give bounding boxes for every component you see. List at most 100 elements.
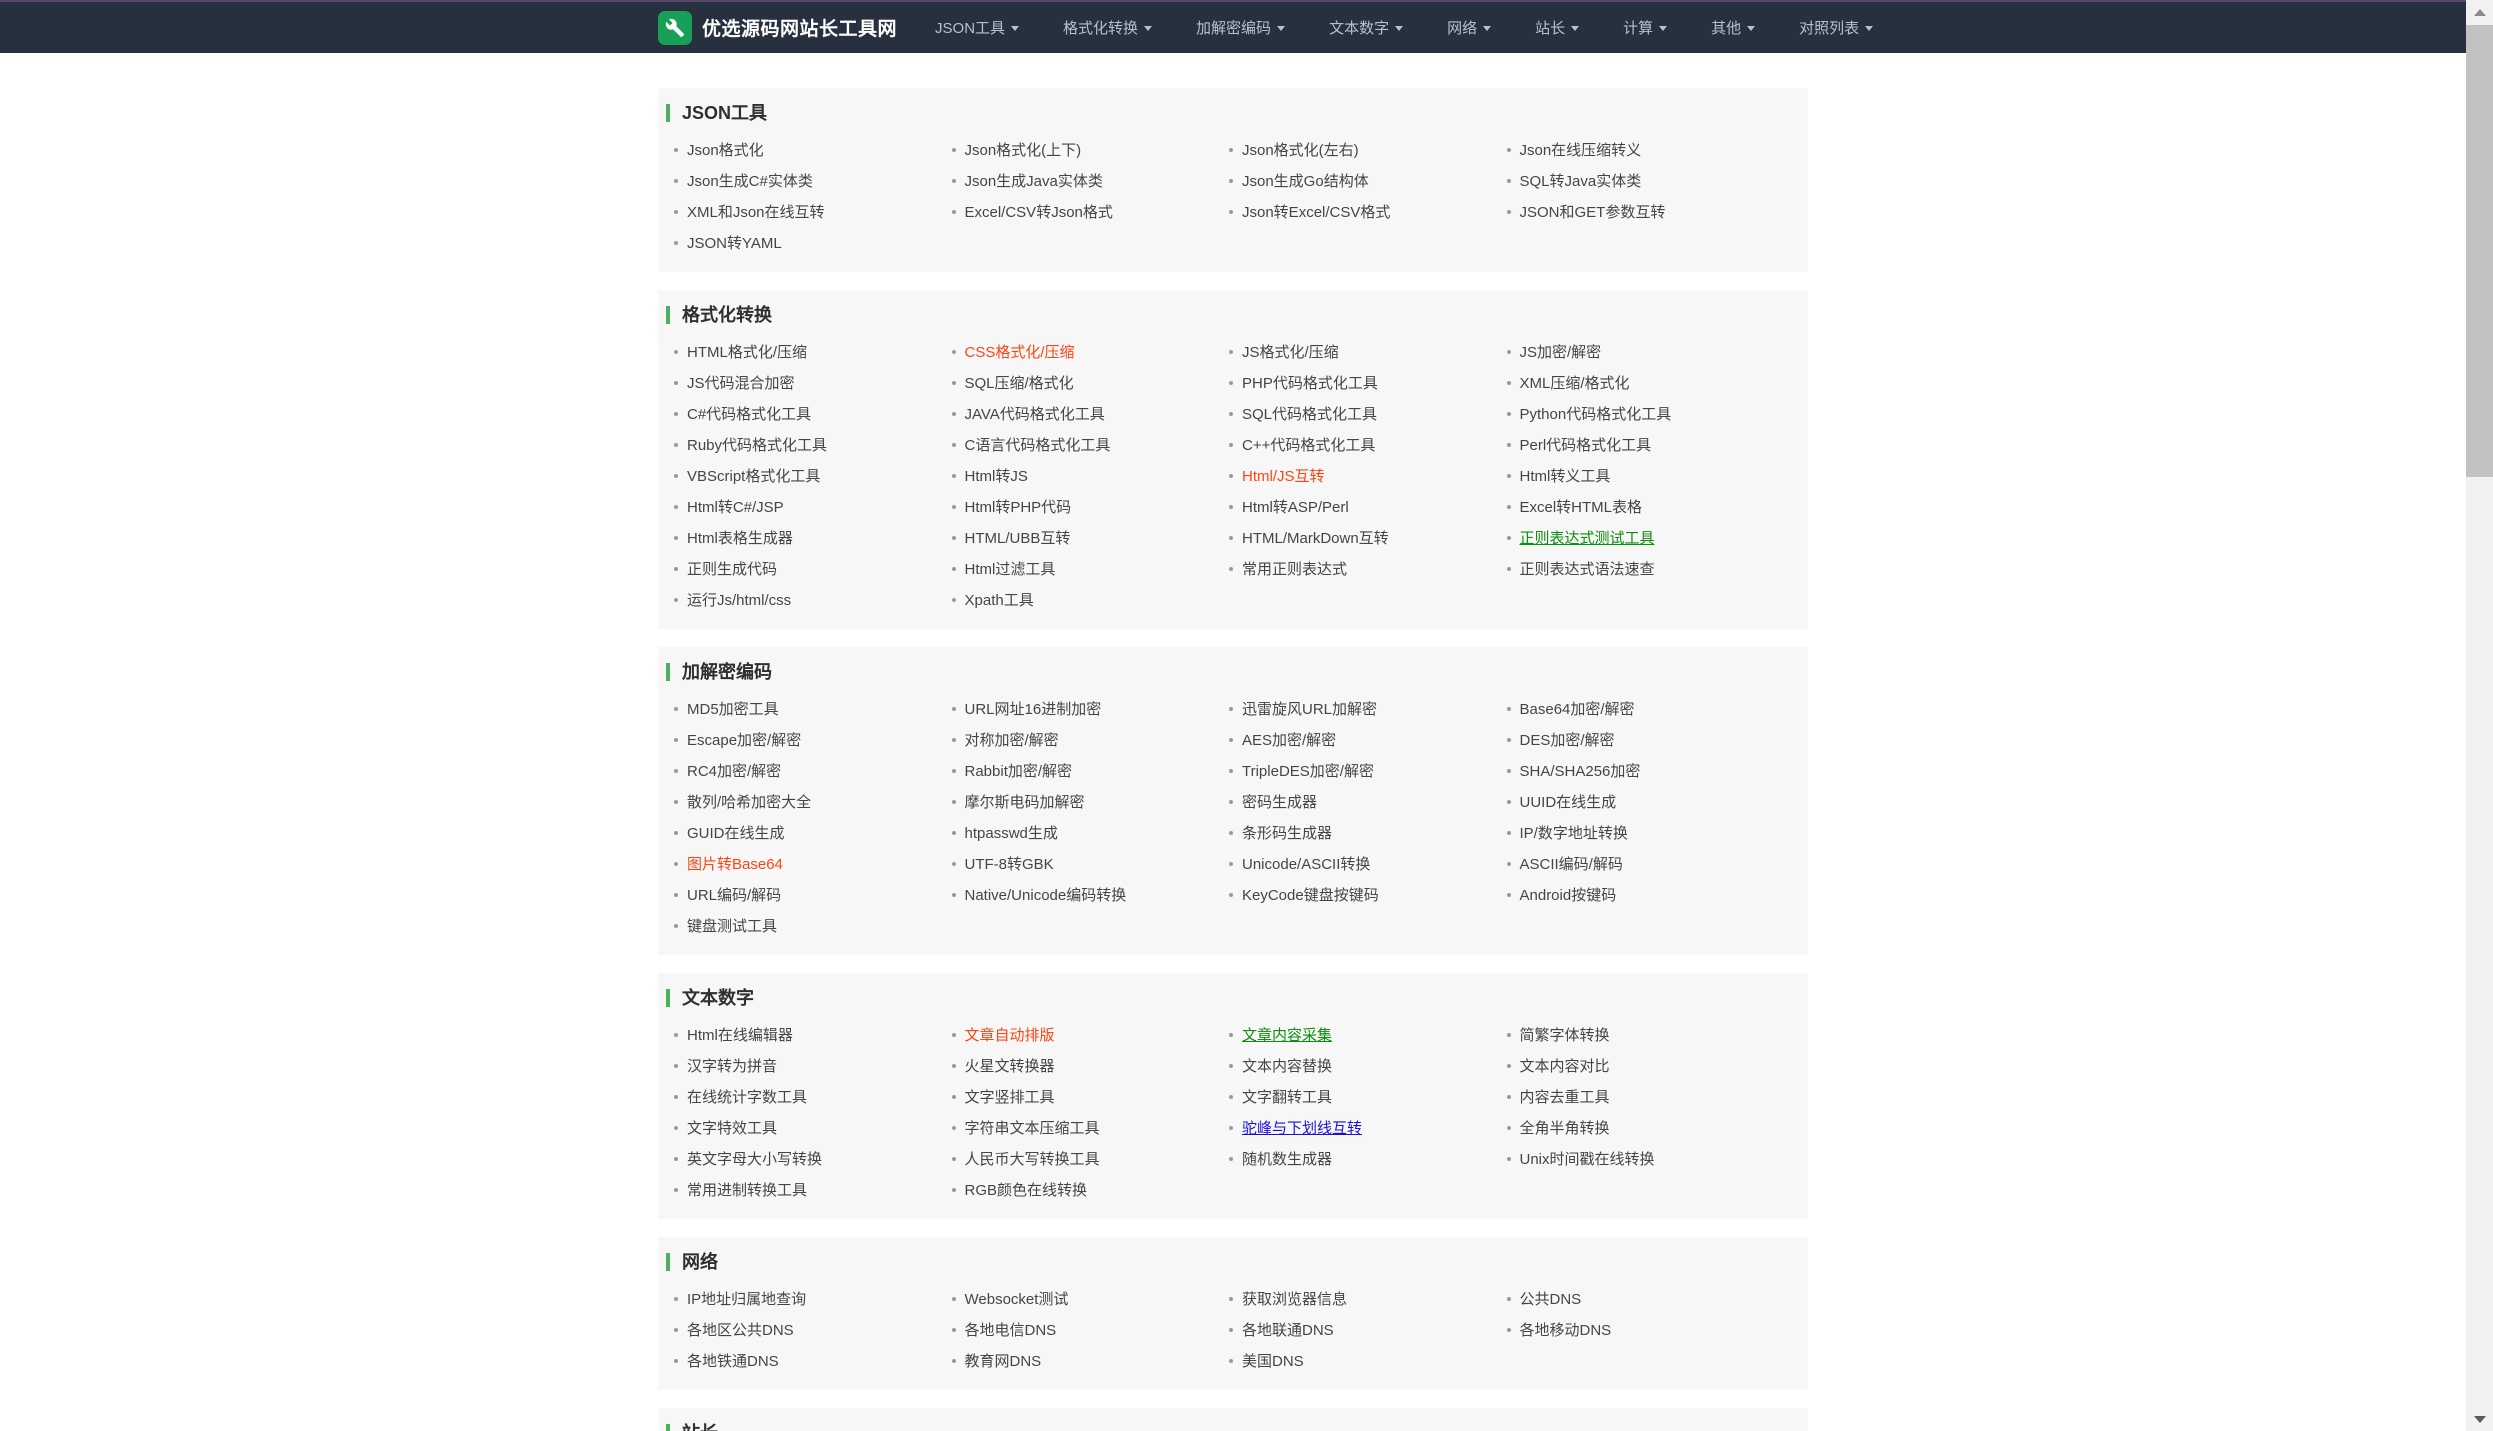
tool-link[interactable]: 获取浏览器信息 [1242,1288,1347,1309]
tool-link[interactable]: 正则表达式语法速查 [1520,558,1655,579]
tool-link[interactable]: 各地联通DNS [1242,1319,1334,1340]
nav-item-加解密编码[interactable]: 加解密编码 [1196,17,1285,38]
tool-link[interactable]: XML压缩/格式化 [1520,372,1630,393]
tool-link[interactable]: C语言代码格式化工具 [965,434,1111,455]
tool-link[interactable]: Base64加密/解密 [1520,698,1635,719]
nav-item-文本数字[interactable]: 文本数字 [1329,17,1403,38]
tool-link[interactable]: 内容去重工具 [1520,1086,1610,1107]
tool-link[interactable]: 教育网DNS [965,1350,1042,1371]
tool-link[interactable]: 正则表达式测试工具 [1520,527,1655,548]
tool-link[interactable]: RGB颜色在线转换 [965,1179,1088,1200]
tool-link[interactable]: Html转ASP/Perl [1242,496,1349,517]
tool-link[interactable]: 各地区公共DNS [687,1319,794,1340]
tool-link[interactable]: SHA/SHA256加密 [1520,760,1641,781]
tool-link[interactable]: HTML/UBB互转 [965,527,1071,548]
tool-link[interactable]: IP地址归属地查询 [687,1288,806,1309]
tool-link[interactable]: 各地铁通DNS [687,1350,779,1371]
tool-link[interactable]: VBScript格式化工具 [687,465,820,486]
tool-link[interactable]: 常用进制转换工具 [687,1179,807,1200]
tool-link[interactable]: Json格式化 [687,139,764,160]
tool-link[interactable]: MD5加密工具 [687,698,779,719]
tool-link[interactable]: URL编码/解码 [687,884,781,905]
tool-link[interactable]: 正则生成代码 [687,558,777,579]
tool-link[interactable]: TripleDES加密/解密 [1242,760,1374,781]
tool-link[interactable]: Html转义工具 [1520,465,1611,486]
tool-link[interactable]: JS格式化/压缩 [1242,341,1339,362]
tool-link[interactable]: 文本内容对比 [1520,1055,1610,1076]
tool-link[interactable]: 键盘测试工具 [687,915,777,936]
tool-link[interactable]: C#代码格式化工具 [687,403,811,424]
tool-link[interactable]: URL网址16进制加密 [965,698,1102,719]
tool-link[interactable]: 各地电信DNS [965,1319,1057,1340]
tool-link[interactable]: Html转PHP代码 [965,496,1072,517]
tool-link[interactable]: 简繁字体转换 [1520,1024,1610,1045]
tool-link[interactable]: 随机数生成器 [1242,1148,1332,1169]
site-logo[interactable] [658,11,692,45]
scrollbar-thumb[interactable] [2466,25,2493,477]
tool-link[interactable]: 图片转Base64 [687,853,783,874]
tool-link[interactable]: 字符串文本压缩工具 [965,1117,1100,1138]
tool-link[interactable]: Excel/CSV转Json格式 [965,201,1113,222]
tool-link[interactable]: Html表格生成器 [687,527,793,548]
tool-link[interactable]: Unix时间戳在线转换 [1520,1148,1655,1169]
tool-link[interactable]: Unicode/ASCII转换 [1242,853,1370,874]
tool-link[interactable]: 对称加密/解密 [965,729,1059,750]
tool-link[interactable]: RC4加密/解密 [687,760,781,781]
tool-link[interactable]: Json生成Java实体类 [965,170,1103,191]
tool-link[interactable]: 驼峰与下划线互转 [1242,1117,1362,1138]
tool-link[interactable]: SQL代码格式化工具 [1242,403,1377,424]
tool-link[interactable]: JS代码混合加密 [687,372,795,393]
tool-link[interactable]: Json在线压缩转义 [1520,139,1642,160]
tool-link[interactable]: Json生成Go结构体 [1242,170,1369,191]
tool-link[interactable]: C++代码格式化工具 [1242,434,1375,455]
nav-item-网络[interactable]: 网络 [1447,17,1491,38]
tool-link[interactable]: AES加密/解密 [1242,729,1336,750]
nav-item-格式化转换[interactable]: 格式化转换 [1063,17,1152,38]
tool-link[interactable]: HTML格式化/压缩 [687,341,807,362]
tool-link[interactable]: 人民币大写转换工具 [965,1148,1100,1169]
nav-item-计算[interactable]: 计算 [1623,17,1667,38]
tool-link[interactable]: 迅雷旋风URL加解密 [1242,698,1377,719]
tool-link[interactable]: Html过滤工具 [965,558,1056,579]
tool-link[interactable]: SQL压缩/格式化 [965,372,1074,393]
tool-link[interactable]: 常用正则表达式 [1242,558,1347,579]
tool-link[interactable]: 公共DNS [1520,1288,1582,1309]
scroll-down-button[interactable] [2466,1407,2493,1431]
tool-link[interactable]: Escape加密/解密 [687,729,801,750]
tool-link[interactable]: GUID在线生成 [687,822,785,843]
tool-link[interactable]: 文章自动排版 [965,1024,1055,1045]
tool-link[interactable]: Json生成C#实体类 [687,170,813,191]
scrollbar[interactable] [2466,0,2493,1431]
tool-link[interactable]: 条形码生成器 [1242,822,1332,843]
tool-link[interactable]: Excel转HTML表格 [1520,496,1643,517]
tool-link[interactable]: UUID在线生成 [1520,791,1617,812]
tool-link[interactable]: 散列/哈希加密大全 [687,791,811,812]
tool-link[interactable]: JSON和GET参数互转 [1520,201,1666,222]
tool-link[interactable]: JS加密/解密 [1520,341,1602,362]
tool-link[interactable]: Html转C#/JSP [687,496,784,517]
tool-link[interactable]: DES加密/解密 [1520,729,1615,750]
tool-link[interactable]: Xpath工具 [965,589,1034,610]
tool-link[interactable]: 全角半角转换 [1520,1117,1610,1138]
tool-link[interactable]: JSON转YAML [687,232,782,253]
tool-link[interactable]: Rabbit加密/解密 [965,760,1073,781]
nav-item-站长[interactable]: 站长 [1535,17,1579,38]
tool-link[interactable]: 在线统计字数工具 [687,1086,807,1107]
tool-link[interactable]: Native/Unicode编码转换 [965,884,1127,905]
tool-link[interactable]: KeyCode键盘按键码 [1242,884,1379,905]
tool-link[interactable]: 汉字转为拼音 [687,1055,777,1076]
tool-link[interactable]: 文本内容替换 [1242,1055,1332,1076]
tool-link[interactable]: Json转Excel/CSV格式 [1242,201,1390,222]
nav-item-JSON工具[interactable]: JSON工具 [935,17,1019,38]
tool-link[interactable]: 文字竖排工具 [965,1086,1055,1107]
tool-link[interactable]: Json格式化(左右) [1242,139,1359,160]
tool-link[interactable]: 美国DNS [1242,1350,1304,1371]
tool-link[interactable]: Websocket测试 [965,1288,1069,1309]
tool-link[interactable]: Ruby代码格式化工具 [687,434,827,455]
tool-link[interactable]: JAVA代码格式化工具 [965,403,1105,424]
tool-link[interactable]: CSS格式化/压缩 [965,341,1075,362]
tool-link[interactable]: 文字翻转工具 [1242,1086,1332,1107]
tool-link[interactable]: SQL转Java实体类 [1520,170,1642,191]
tool-link[interactable]: XML和Json在线互转 [687,201,825,222]
tool-link[interactable]: Html转JS [965,465,1028,486]
